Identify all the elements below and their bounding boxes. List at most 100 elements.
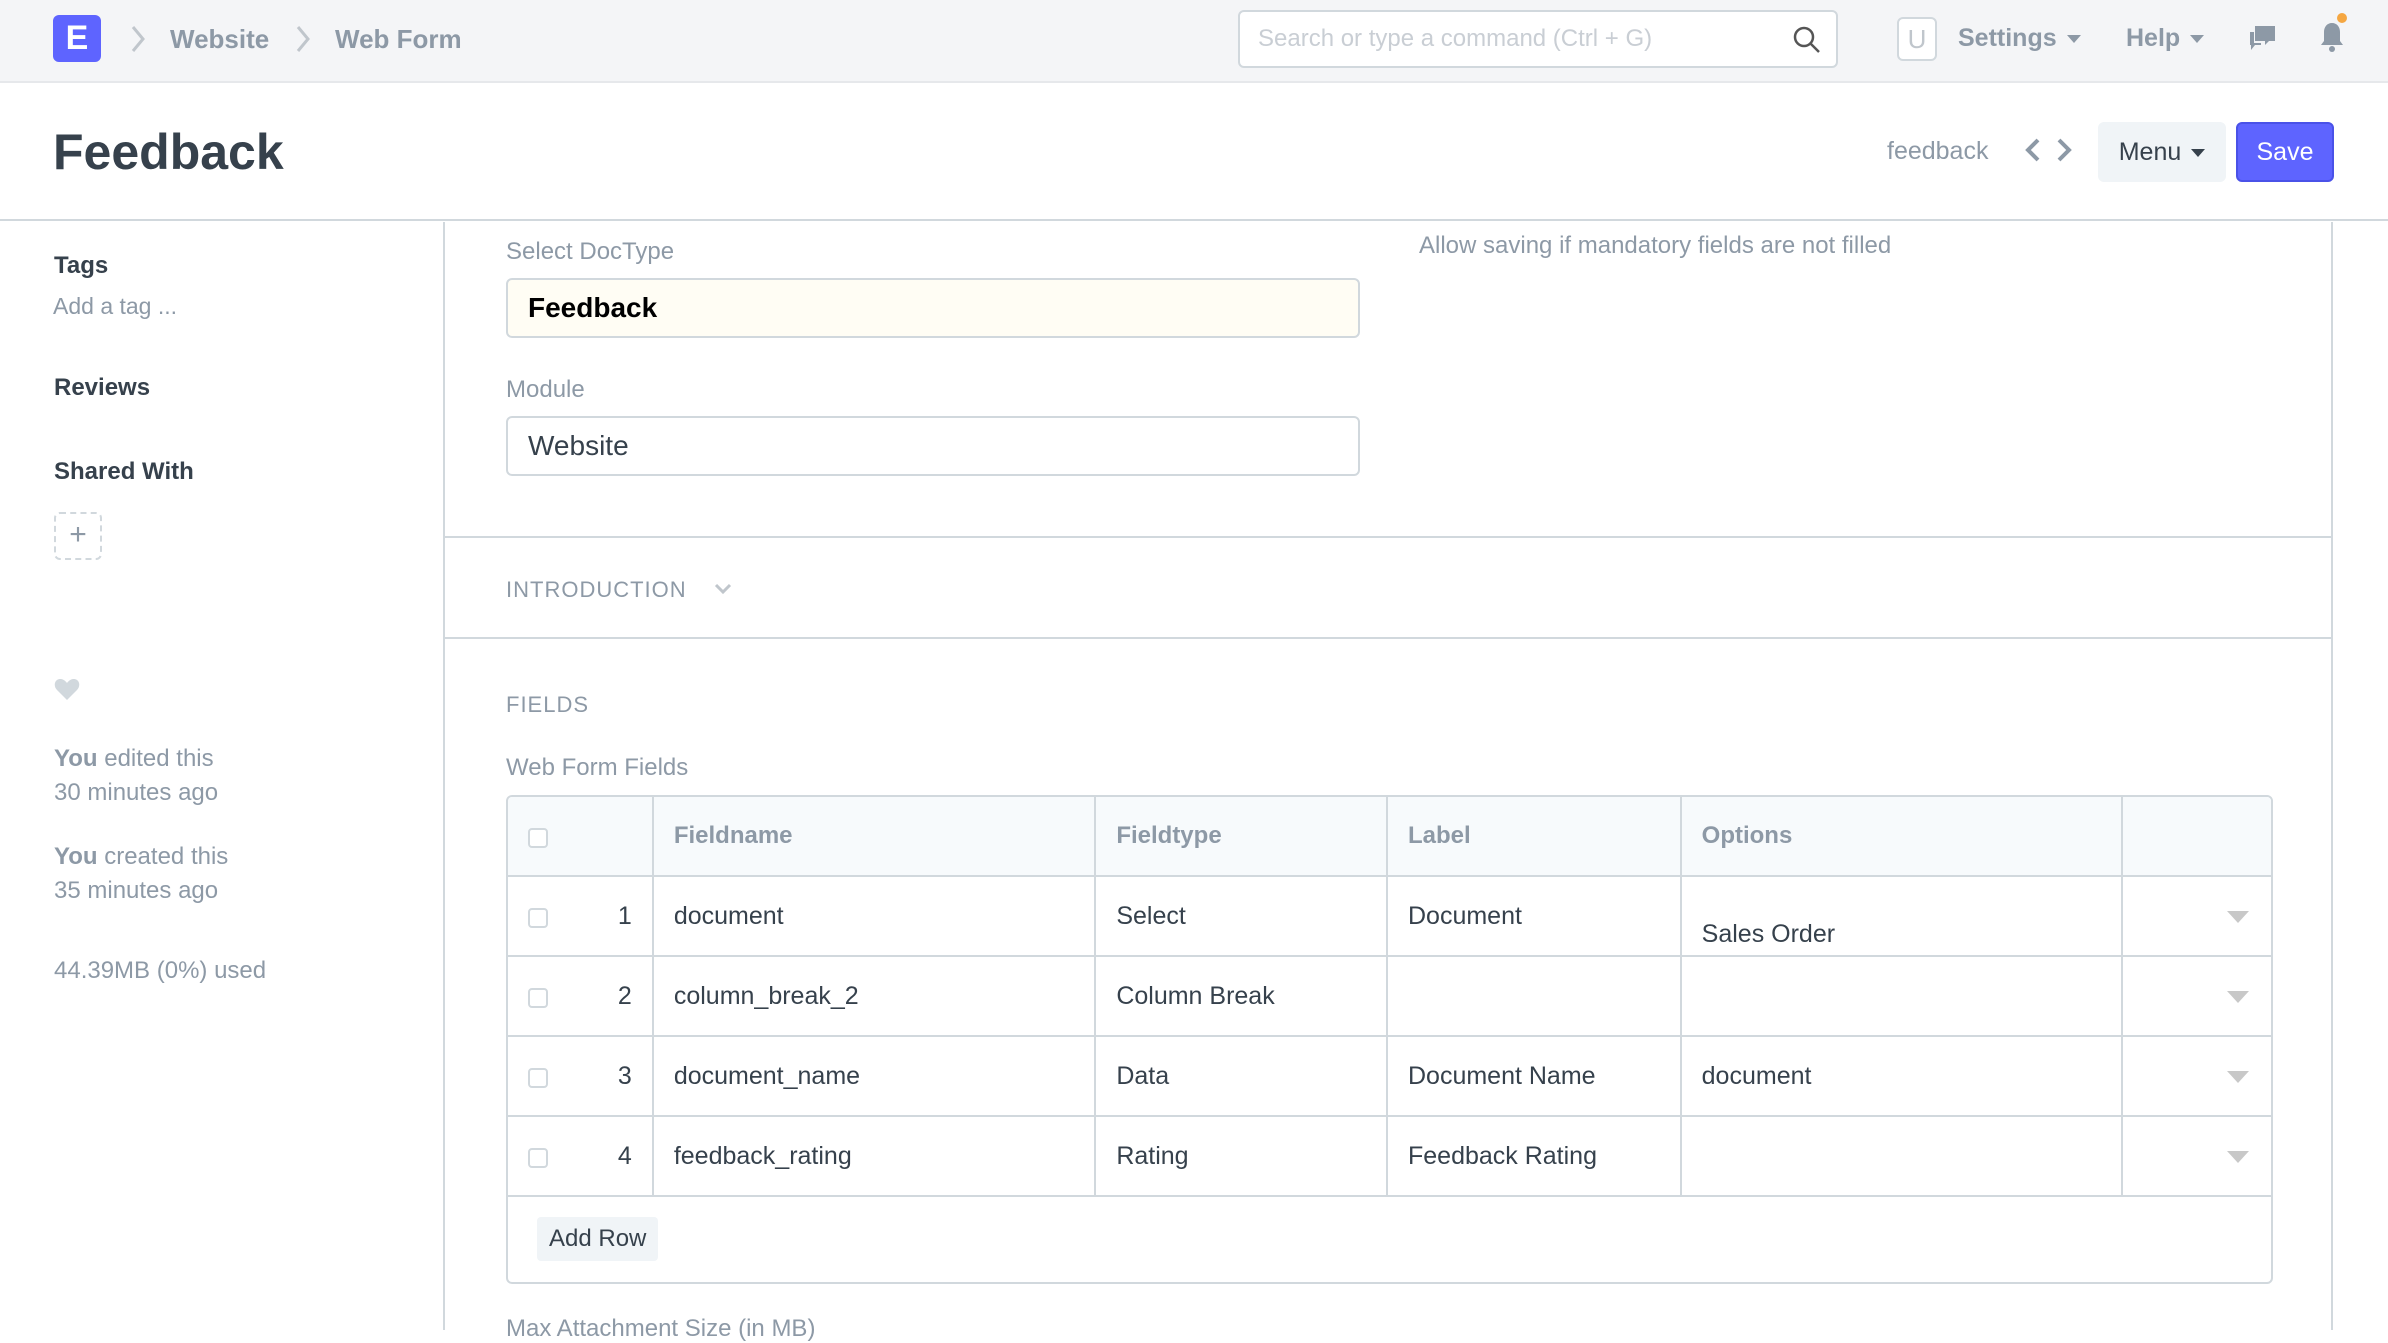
row-dropdown-icon[interactable] xyxy=(2227,991,2249,1003)
header-select-cell xyxy=(508,797,654,875)
search-icon[interactable] xyxy=(1792,25,1822,55)
chevron-down-icon[interactable] xyxy=(713,582,733,596)
caret-down-icon xyxy=(2190,35,2205,44)
chevron-right-icon xyxy=(296,26,310,52)
shared-with-heading: Shared With xyxy=(54,458,194,485)
module-label: Module xyxy=(506,376,585,403)
activity-action: created this xyxy=(104,843,229,870)
row-number: 4 xyxy=(617,1142,632,1170)
fieldtype-cell[interactable]: Data xyxy=(1096,1037,1388,1115)
web-form-fields-label: Web Form Fields xyxy=(506,754,689,781)
table-row[interactable]: 3 document_name Data Document Name docum… xyxy=(508,1037,2271,1117)
chevron-left-icon[interactable] xyxy=(2022,135,2044,165)
row-dropdown-icon[interactable] xyxy=(2227,911,2249,923)
row-dropdown-icon[interactable] xyxy=(2227,1071,2249,1083)
allow-saving-hint: Allow saving if mandatory fields are not… xyxy=(1419,232,1892,259)
row-actions-cell[interactable] xyxy=(2123,877,2271,955)
row-index-cell: 3 xyxy=(508,1037,654,1115)
table-row[interactable]: 2 column_break_2 Column Break xyxy=(508,957,2271,1037)
add-row-button[interactable]: Add Row xyxy=(537,1217,659,1261)
fieldname-cell[interactable]: feedback_rating xyxy=(654,1117,1097,1195)
row-number: 2 xyxy=(617,982,632,1010)
row-dropdown-icon[interactable] xyxy=(2227,1151,2249,1163)
options-text: Sales Order xyxy=(1701,920,1836,948)
app-logo[interactable]: E xyxy=(53,15,101,62)
table-row[interactable]: 1 document Select Document Sales Order xyxy=(508,877,2271,957)
section-divider xyxy=(445,637,2331,639)
help-label: Help xyxy=(2126,24,2181,52)
fieldtype-cell[interactable]: Rating xyxy=(1096,1117,1388,1195)
row-actions-cell[interactable] xyxy=(2123,1117,2271,1195)
page-head: Feedback feedback Menu Save xyxy=(0,83,2388,221)
save-button[interactable]: Save xyxy=(2236,122,2334,182)
search-bar xyxy=(1238,10,1838,68)
sidebar: Tags Add a tag ... Reviews Shared With +… xyxy=(0,222,445,1330)
row-index-cell: 1 xyxy=(508,877,654,955)
column-header: Label xyxy=(1388,797,1682,875)
caret-down-icon xyxy=(2066,35,2081,44)
chevron-right-icon xyxy=(131,26,145,52)
activity-when: 30 minutes ago xyxy=(54,779,219,806)
activity-action: edited this xyxy=(104,745,214,772)
row-actions-cell[interactable] xyxy=(2123,1037,2271,1115)
breadcrumb-web-form[interactable]: Web Form xyxy=(335,24,462,55)
row-index-cell: 2 xyxy=(508,957,654,1035)
fieldname-cell[interactable]: document xyxy=(654,877,1097,955)
search-input[interactable] xyxy=(1258,12,1778,66)
notification-dot xyxy=(2337,13,2347,23)
add-share-button[interactable]: + xyxy=(54,512,102,560)
fieldname-cell[interactable]: column_break_2 xyxy=(654,957,1097,1035)
label-cell[interactable] xyxy=(1388,957,1682,1035)
activity-when: 35 minutes ago xyxy=(54,877,219,904)
breadcrumb-website[interactable]: Website xyxy=(170,24,269,55)
select-all-checkbox[interactable] xyxy=(528,828,548,848)
caret-down-icon xyxy=(2191,148,2206,157)
label-cell[interactable]: Feedback Rating xyxy=(1388,1117,1682,1195)
table-header: Fieldname Fieldtype Label Options xyxy=(508,797,2271,877)
options-cell[interactable]: Sales Order xyxy=(1682,877,2124,955)
fields-section-title: FIELDS xyxy=(506,692,590,717)
column-header: Options xyxy=(1682,797,2124,875)
chat-icon[interactable] xyxy=(2247,22,2279,54)
fieldname-cell[interactable]: document_name xyxy=(654,1037,1097,1115)
module-field[interactable]: Website xyxy=(506,416,1360,476)
select-doctype-field[interactable]: Feedback xyxy=(506,278,1360,338)
row-checkbox[interactable] xyxy=(528,988,548,1008)
fieldtype-cell[interactable]: Column Break xyxy=(1096,957,1388,1035)
column-header-actions xyxy=(2123,797,2271,875)
settings-label: Settings xyxy=(1958,24,2057,52)
menu-button[interactable]: Menu xyxy=(2098,122,2226,182)
column-header: Fieldtype xyxy=(1096,797,1388,875)
activity-who: You xyxy=(54,745,98,772)
options-cell[interactable]: document xyxy=(1682,1037,2124,1115)
fieldtype-cell[interactable]: Select xyxy=(1096,877,1388,955)
options-cell[interactable] xyxy=(1682,957,2124,1035)
table-row[interactable]: 4 feedback_rating Rating Feedback Rating xyxy=(508,1117,2271,1197)
settings-dropdown[interactable]: Settings xyxy=(1958,24,2081,53)
introduction-section-toggle[interactable]: INTRODUCTION xyxy=(506,577,687,603)
menu-label: Menu xyxy=(2118,137,2182,166)
label-cell[interactable]: Document xyxy=(1388,877,1682,955)
user-avatar[interactable]: U xyxy=(1897,17,1937,61)
row-number: 1 xyxy=(617,902,632,930)
web-form-fields-table: Fieldname Fieldtype Label Options 1 docu… xyxy=(506,795,2273,1284)
max-attachment-size-label: Max Attachment Size (in MB) xyxy=(506,1315,816,1342)
row-checkbox[interactable] xyxy=(528,908,548,928)
row-actions-cell[interactable] xyxy=(2123,957,2271,1035)
chevron-right-icon[interactable] xyxy=(2053,135,2075,165)
options-cell[interactable] xyxy=(1682,1117,2124,1195)
document-name: feedback xyxy=(1887,137,1989,165)
tags-heading: Tags xyxy=(54,252,109,279)
add-tag-input[interactable]: Add a tag ... xyxy=(53,293,177,320)
bell-icon[interactable] xyxy=(2318,20,2346,54)
select-doctype-label: Select DocType xyxy=(506,238,675,265)
row-number: 3 xyxy=(617,1062,632,1090)
activity-edited: You edited this 30 minutes ago xyxy=(54,742,218,810)
activity-created: You created this 35 minutes ago xyxy=(54,840,228,908)
table-footer: Add Row xyxy=(508,1197,2271,1282)
help-dropdown[interactable]: Help xyxy=(2126,24,2205,53)
label-cell[interactable]: Document Name xyxy=(1388,1037,1682,1115)
row-checkbox[interactable] xyxy=(528,1148,548,1168)
row-checkbox[interactable] xyxy=(528,1068,548,1088)
heart-icon[interactable] xyxy=(54,677,80,701)
